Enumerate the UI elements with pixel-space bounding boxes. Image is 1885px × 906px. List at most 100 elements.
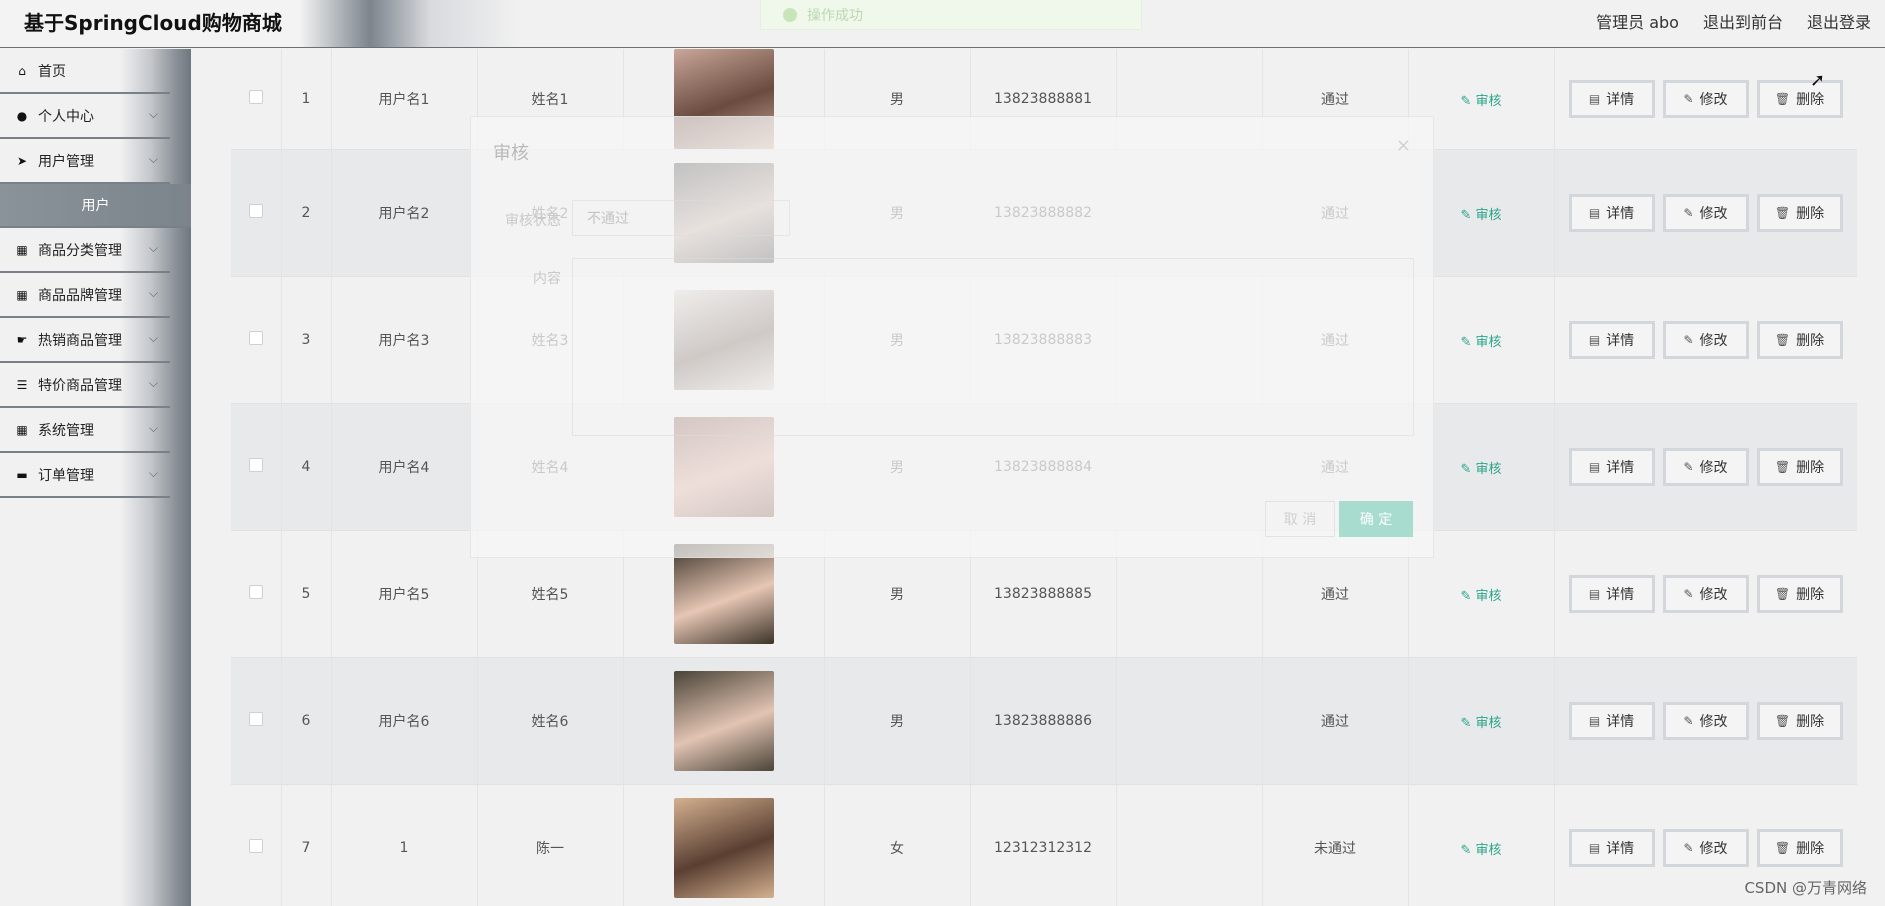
sidebar-item-label: 商品品牌管理 <box>38 287 122 304</box>
row-checkbox-cell <box>231 784 282 906</box>
mouse-cursor-icon: ➚ <box>1810 70 1826 91</box>
audit-link[interactable]: ✎ 审核 <box>1460 716 1501 731</box>
username-cell: 用户名4 <box>331 403 478 531</box>
check-icon <box>783 7 797 22</box>
photo-cell <box>623 784 825 906</box>
confirm-button[interactable]: 确 定 <box>1339 501 1413 537</box>
row-checkbox-cell <box>231 276 282 404</box>
sidebar-subitem-user[interactable]: 用户 <box>0 184 191 228</box>
detail-button[interactable]: ▤ 详情 <box>1568 194 1655 232</box>
row-checkbox[interactable] <box>248 458 263 472</box>
username-cell: 用户名1 <box>331 49 478 150</box>
detail-button[interactable]: ▤ 详情 <box>1568 702 1655 740</box>
sidebar-item-brand[interactable]: ▦ 商品品牌管理 ⌵ <box>0 273 170 318</box>
row-checkbox-cell <box>231 530 282 658</box>
chevron-down-icon: ⌵ <box>148 286 158 300</box>
detail-button-label: 详情 <box>1606 460 1635 476</box>
edit-button[interactable]: ✎ 修改 <box>1662 702 1749 740</box>
row-checkbox-cell <box>231 49 282 150</box>
delete-button[interactable]: 🗑 删除 <box>1756 829 1843 867</box>
delete-button[interactable]: 🗑 删除 <box>1756 702 1843 740</box>
content-label: 内容 <box>533 271 561 287</box>
detail-button[interactable]: ▤ 详情 <box>1568 80 1655 118</box>
edit-button[interactable]: ✎ 修改 <box>1662 80 1749 118</box>
chevron-down-icon: ⌵ <box>148 421 158 435</box>
grid-icon: ▦ <box>16 242 28 257</box>
row-checkbox[interactable] <box>248 712 263 726</box>
chevron-down-icon: ⌵ <box>148 107 158 121</box>
sidebar-item-special[interactable]: ☰ 特价商品管理 ⌵ <box>0 363 170 408</box>
logout-link[interactable]: 退出登录 <box>1807 9 1871 33</box>
actions-cell: ▤ 详情 ✎ 修改 🗑 删除 <box>1554 49 1857 150</box>
close-icon[interactable]: × <box>1396 135 1411 156</box>
actions-cell: ▤ 详情 ✎ 修改 🗑 删除 <box>1554 530 1857 658</box>
document-icon: ▤ <box>1588 460 1601 474</box>
edit-button[interactable]: ✎ 修改 <box>1662 194 1749 232</box>
audit-link-label: 审核 <box>1475 715 1502 731</box>
content-textarea[interactable] <box>572 258 1414 436</box>
chevron-down-icon: ⌵ <box>148 466 158 480</box>
sidebar-item-label: 订单管理 <box>38 467 94 484</box>
chevron-down-icon: ⌵ <box>148 331 158 345</box>
dialog-title: 审核 <box>493 143 529 164</box>
edit-button[interactable]: ✎ 修改 <box>1662 575 1749 613</box>
audit-cell: ✎ 审核 <box>1408 784 1555 906</box>
row-checkbox[interactable] <box>248 331 263 345</box>
chevron-down-icon: ⌵ <box>148 241 158 255</box>
row-index: 5 <box>281 530 332 658</box>
sidebar-item-users[interactable]: ➤ 用户管理 ⌵ <box>0 139 170 184</box>
audit-status-select[interactable]: 不通过 <box>572 200 790 236</box>
cancel-button[interactable]: 取 消 <box>1265 501 1335 537</box>
audit-link[interactable]: ✎ 审核 <box>1460 208 1501 223</box>
exit-to-front-link[interactable]: 退出到前台 <box>1703 9 1783 33</box>
delete-button[interactable]: 🗑 删除 <box>1756 194 1843 232</box>
toast-text: 操作成功 <box>807 7 863 24</box>
audit-link[interactable]: ✎ 审核 <box>1460 94 1501 109</box>
home-icon: ⌂ <box>18 63 26 78</box>
detail-button[interactable]: ▤ 详情 <box>1568 829 1655 867</box>
detail-button[interactable]: ▤ 详情 <box>1568 448 1655 486</box>
audit-link-label: 审核 <box>1475 588 1502 604</box>
delete-button[interactable]: 🗑 删除 <box>1756 575 1843 613</box>
delete-button[interactable]: 🗑 删除 <box>1756 448 1843 486</box>
edit-button[interactable]: ✎ 修改 <box>1662 321 1749 359</box>
edit-button[interactable]: ✎ 修改 <box>1662 829 1749 867</box>
pencil-icon: ✎ <box>1683 841 1694 855</box>
status-cell: 未通过 <box>1262 784 1409 906</box>
sidebar-item-orders[interactable]: ▬ 订单管理 ⌵ <box>0 453 170 498</box>
audit-link-label: 审核 <box>1475 207 1502 223</box>
audit-link[interactable]: ✎ 审核 <box>1460 335 1501 350</box>
sidebar-item-home[interactable]: ⌂ 首页 <box>0 49 170 94</box>
detail-button[interactable]: ▤ 详情 <box>1568 321 1655 359</box>
edit-button-label: 修改 <box>1699 460 1728 476</box>
delete-button[interactable]: 🗑 删除 <box>1756 80 1843 118</box>
audit-link[interactable]: ✎ 审核 <box>1460 843 1501 858</box>
detail-button[interactable]: ▤ 详情 <box>1568 575 1655 613</box>
edit-button[interactable]: ✎ 修改 <box>1662 448 1749 486</box>
detail-button-label: 详情 <box>1606 587 1635 603</box>
row-checkbox[interactable] <box>248 90 263 104</box>
phone-cell: 13823888886 <box>970 657 1117 785</box>
trash-icon: 🗑 <box>1774 333 1791 347</box>
row-checkbox[interactable] <box>248 204 263 218</box>
delete-button[interactable]: 🗑 删除 <box>1756 321 1843 359</box>
sidebar-item-personal[interactable]: ● 个人中心 ⌵ <box>0 94 170 139</box>
row-checkbox[interactable] <box>248 585 263 599</box>
sidebar-item-category[interactable]: ▦ 商品分类管理 ⌵ <box>0 228 170 273</box>
watermark: CSDN @万青网络 <box>1744 879 1867 897</box>
audit-link[interactable]: ✎ 审核 <box>1460 589 1501 604</box>
detail-button-label: 详情 <box>1606 333 1635 349</box>
sidebar-item-system[interactable]: ▦ 系统管理 ⌵ <box>0 408 170 453</box>
gender-cell: 男 <box>824 657 971 785</box>
delete-button-label: 删除 <box>1796 841 1825 857</box>
trash-icon: 🗑 <box>1774 206 1791 220</box>
audit-link[interactable]: ✎ 审核 <box>1460 462 1501 477</box>
trash-icon: 🗑 <box>1774 92 1791 106</box>
name-cell: 姓名6 <box>477 657 624 785</box>
sidebar-item-hot[interactable]: ☛ 热销商品管理 ⌵ <box>0 318 170 363</box>
document-icon: ▤ <box>1588 206 1601 220</box>
row-checkbox[interactable] <box>248 839 263 853</box>
gender-cell: 女 <box>824 784 971 906</box>
empty-cell <box>1116 784 1263 906</box>
user-photo <box>673 544 774 644</box>
